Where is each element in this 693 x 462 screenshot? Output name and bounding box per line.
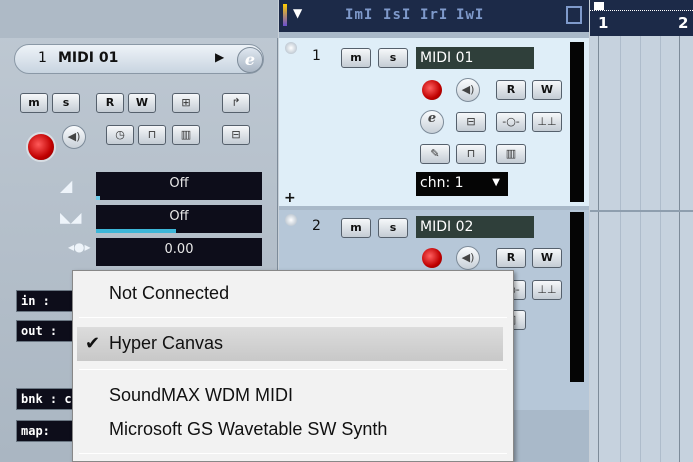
inspector-track-name-bar[interactable]	[14, 44, 264, 74]
map-label[interactable]: map:	[16, 420, 76, 442]
track-2-mute-button[interactable]: m	[341, 218, 371, 238]
gridline	[679, 36, 680, 462]
inspector-read-button[interactable]: R	[96, 93, 124, 113]
track-2-record-enable-button[interactable]	[422, 248, 442, 268]
track-2-read-button[interactable]: R	[496, 248, 526, 268]
track-1-monitor-speaker-icon[interactable]: ◀)	[456, 78, 480, 102]
bank-label[interactable]: bnk : c	[16, 388, 76, 410]
track-1-solo-button[interactable]: s	[378, 48, 408, 68]
menu-separator	[79, 369, 507, 370]
delay-value: 0.00	[164, 242, 194, 257]
track-2-number: 2	[312, 218, 321, 234]
lane-icon[interactable]: ▥	[172, 125, 200, 145]
track-2-solo-button[interactable]: s	[378, 218, 408, 238]
track-1-lane-icon[interactable]: ▥	[496, 144, 526, 164]
delay-icon: ◂●▸	[68, 240, 91, 254]
track-1-mute-button[interactable]: m	[341, 48, 371, 68]
track-1-pencil-icon[interactable]: ✎	[420, 144, 450, 164]
track-1-name-field[interactable]: MIDI 01	[416, 47, 534, 69]
chevron-down-icon: ▼	[492, 177, 500, 188]
pan-field[interactable]: Off	[96, 205, 262, 233]
window-layout-icon[interactable]	[566, 6, 582, 24]
track-2-sends-icon[interactable]: ⊥⊥	[532, 280, 562, 300]
volume-ramp-icon: ◢	[60, 176, 73, 195]
output-routing-icon[interactable]: ↱	[222, 93, 250, 113]
track-1-level-meter	[570, 42, 584, 202]
volume-field[interactable]: Off	[96, 172, 262, 200]
track-1-insert-icon[interactable]: -○-	[496, 112, 526, 132]
track-2-indicator-icon	[285, 214, 297, 226]
volume-value: Off	[169, 176, 189, 191]
track-2-monitor-speaker-icon[interactable]: ◀)	[456, 246, 480, 270]
arrange-timeline[interactable]	[590, 0, 693, 462]
gridline	[640, 36, 641, 462]
menu-separator	[79, 317, 507, 318]
midi-output-popup-menu: Not Connected ✔ Hyper Canvas SoundMAX WD…	[72, 270, 514, 462]
menu-separator	[79, 453, 507, 454]
header-read-all[interactable]: IrI	[420, 7, 448, 23]
track-1-number: 1	[312, 48, 321, 64]
gridline	[598, 36, 599, 462]
lock-icon[interactable]: ⊓	[138, 125, 166, 145]
menu-item-soundmax-wdm-midi[interactable]: SoundMAX WDM MIDI	[109, 385, 293, 406]
track-2-name-field[interactable]: MIDI 02	[416, 216, 534, 238]
pan-value: Off	[169, 209, 189, 224]
track-1-read-button[interactable]: R	[496, 80, 526, 100]
pan-meter	[96, 229, 176, 233]
track-2-level-meter	[570, 212, 584, 382]
tracklist-menu-dropdown-icon[interactable]: ▼	[293, 6, 302, 20]
inspector-record-enable-button[interactable]	[26, 132, 56, 162]
track-color-marker-icon	[283, 4, 287, 26]
checkmark-icon: ✔	[85, 333, 101, 354]
inspector-solo-button[interactable]: s	[52, 93, 80, 113]
track-1-folder-icon[interactable]: ⊟	[456, 112, 486, 132]
inspector-track-number: 1	[38, 50, 47, 66]
track-1-channel-select[interactable]: chn: 1 ▼	[416, 172, 508, 196]
gridline	[660, 36, 661, 462]
track-1-edit-instrument-icon[interactable]: e	[420, 110, 444, 134]
midi-input-label[interactable]: in :	[16, 290, 76, 312]
inspector-top-bar	[0, 0, 278, 38]
volume-meter	[96, 196, 100, 200]
track-1-sends-icon[interactable]: ⊥⊥	[532, 112, 562, 132]
menu-item-not-connected[interactable]: Not Connected	[109, 283, 229, 304]
timebase-clock-icon[interactable]: ◷	[106, 125, 134, 145]
ruler-bar-1: 1	[598, 14, 609, 32]
gridline	[620, 36, 621, 462]
folder-icon[interactable]: ⊟	[222, 125, 250, 145]
track-1-record-enable-button[interactable]	[422, 80, 442, 100]
add-track-plus-icon[interactable]: +	[284, 190, 296, 206]
ruler-bar-2: 2	[678, 14, 689, 32]
left-locator-marker-icon[interactable]	[594, 2, 604, 10]
header-write-all[interactable]: IwI	[456, 7, 484, 23]
grid-icon[interactable]: ⊞	[172, 93, 200, 113]
midi-output-label[interactable]: out :	[16, 320, 76, 342]
menu-item-microsoft-gs-wavetable[interactable]: Microsoft GS Wavetable SW Synth	[109, 419, 387, 440]
delay-field[interactable]: 0.00	[96, 238, 262, 266]
track-1-indicator-icon	[285, 42, 297, 54]
track-divider	[590, 210, 693, 212]
inspector-monitor-speaker-icon[interactable]: ◀)	[62, 125, 86, 149]
play-arrow-icon[interactable]: ▶	[215, 50, 224, 64]
track-2-write-button[interactable]: W	[532, 248, 562, 268]
pan-icon: ◣◢	[60, 210, 82, 226]
header-solo-all[interactable]: IsI	[383, 7, 411, 23]
track-1-channel-value: chn: 1	[420, 175, 464, 191]
track-1-write-button[interactable]: W	[532, 80, 562, 100]
ruler-ticks	[590, 10, 693, 11]
menu-item-hyper-canvas[interactable]: Hyper Canvas	[109, 333, 223, 354]
inspector-mute-button[interactable]: m	[20, 93, 48, 113]
inspector-track-name[interactable]: MIDI 01	[58, 50, 118, 66]
track-1-lock-icon[interactable]: ⊓	[456, 144, 486, 164]
header-mute-all[interactable]: ImI	[345, 7, 373, 23]
edit-instrument-button[interactable]: e	[237, 47, 263, 73]
inspector-write-button[interactable]: W	[128, 93, 156, 113]
